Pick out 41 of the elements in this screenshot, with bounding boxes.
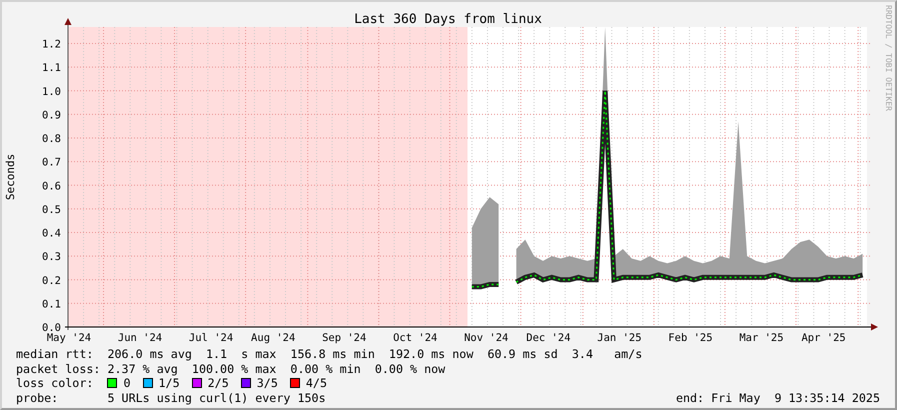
tick-label: Mar '25	[739, 332, 784, 344]
tick-label: 0.9	[42, 109, 61, 122]
tick-label: 0.6	[42, 180, 61, 192]
swatch-label: 1/5	[158, 376, 180, 390]
tick-label: 0.8	[42, 133, 61, 146]
tick-label: 0.1	[42, 298, 61, 310]
legend-text: 2.37 % avg 100.00 % max 0.00 % min 0.00 % now	[107, 362, 446, 376]
axis-title: Seconds	[4, 154, 17, 200]
legend-label: median rtt:	[16, 347, 94, 362]
tick-label: 0.7	[42, 156, 61, 169]
tick-label: Aug '24	[251, 332, 296, 344]
tick-label: Feb '25	[668, 332, 713, 344]
tick-label: Apr '25	[801, 332, 846, 344]
tick-label: 1.2	[42, 38, 61, 51]
tick-label: Dec '24	[526, 332, 571, 344]
tick-label: 1.0	[42, 86, 61, 98]
tick-label: May '24	[46, 332, 92, 344]
legend-label: probe:	[16, 390, 60, 405]
tick-label: 0.0	[42, 322, 61, 334]
swatch-label: 4/5	[306, 376, 328, 390]
tick-label: 0.2	[42, 274, 61, 287]
swatch-label: 2/5	[208, 376, 229, 390]
tick-label: 0.5	[42, 204, 61, 216]
legend-label: loss color:	[16, 376, 94, 390]
tick-label: Jul '24	[188, 332, 234, 344]
tick-label: Nov '24	[464, 332, 508, 344]
legend-text: 206.0 ms avg 1.1 s max 156.8 ms min 192.0 ms now 60.9 ms sd 3.4 am/s	[107, 347, 642, 362]
tick-label: Sep '24	[322, 332, 366, 344]
swatch-label: 3/5	[256, 376, 278, 390]
tick-label: Jan '25	[597, 332, 642, 344]
legend-label: packet loss:	[16, 362, 102, 376]
credit-text: RRDTOOL / TOBI OETIKER	[884, 5, 893, 111]
chart-title: Last 360 Days from linux	[354, 12, 542, 27]
tick-label: 1.1	[42, 62, 61, 74]
tick-label: 0.4	[42, 228, 61, 240]
legend-text: 5 URLs using curl(1) every 150s	[107, 390, 326, 405]
end-time: end: Fri May 9 13:35:14 2025	[676, 390, 881, 405]
tick-label: Jun '24	[118, 332, 162, 344]
tick-label: Oct '24	[393, 332, 438, 344]
tick-label: 0.3	[42, 251, 61, 264]
swatch-label: 0	[123, 376, 131, 390]
